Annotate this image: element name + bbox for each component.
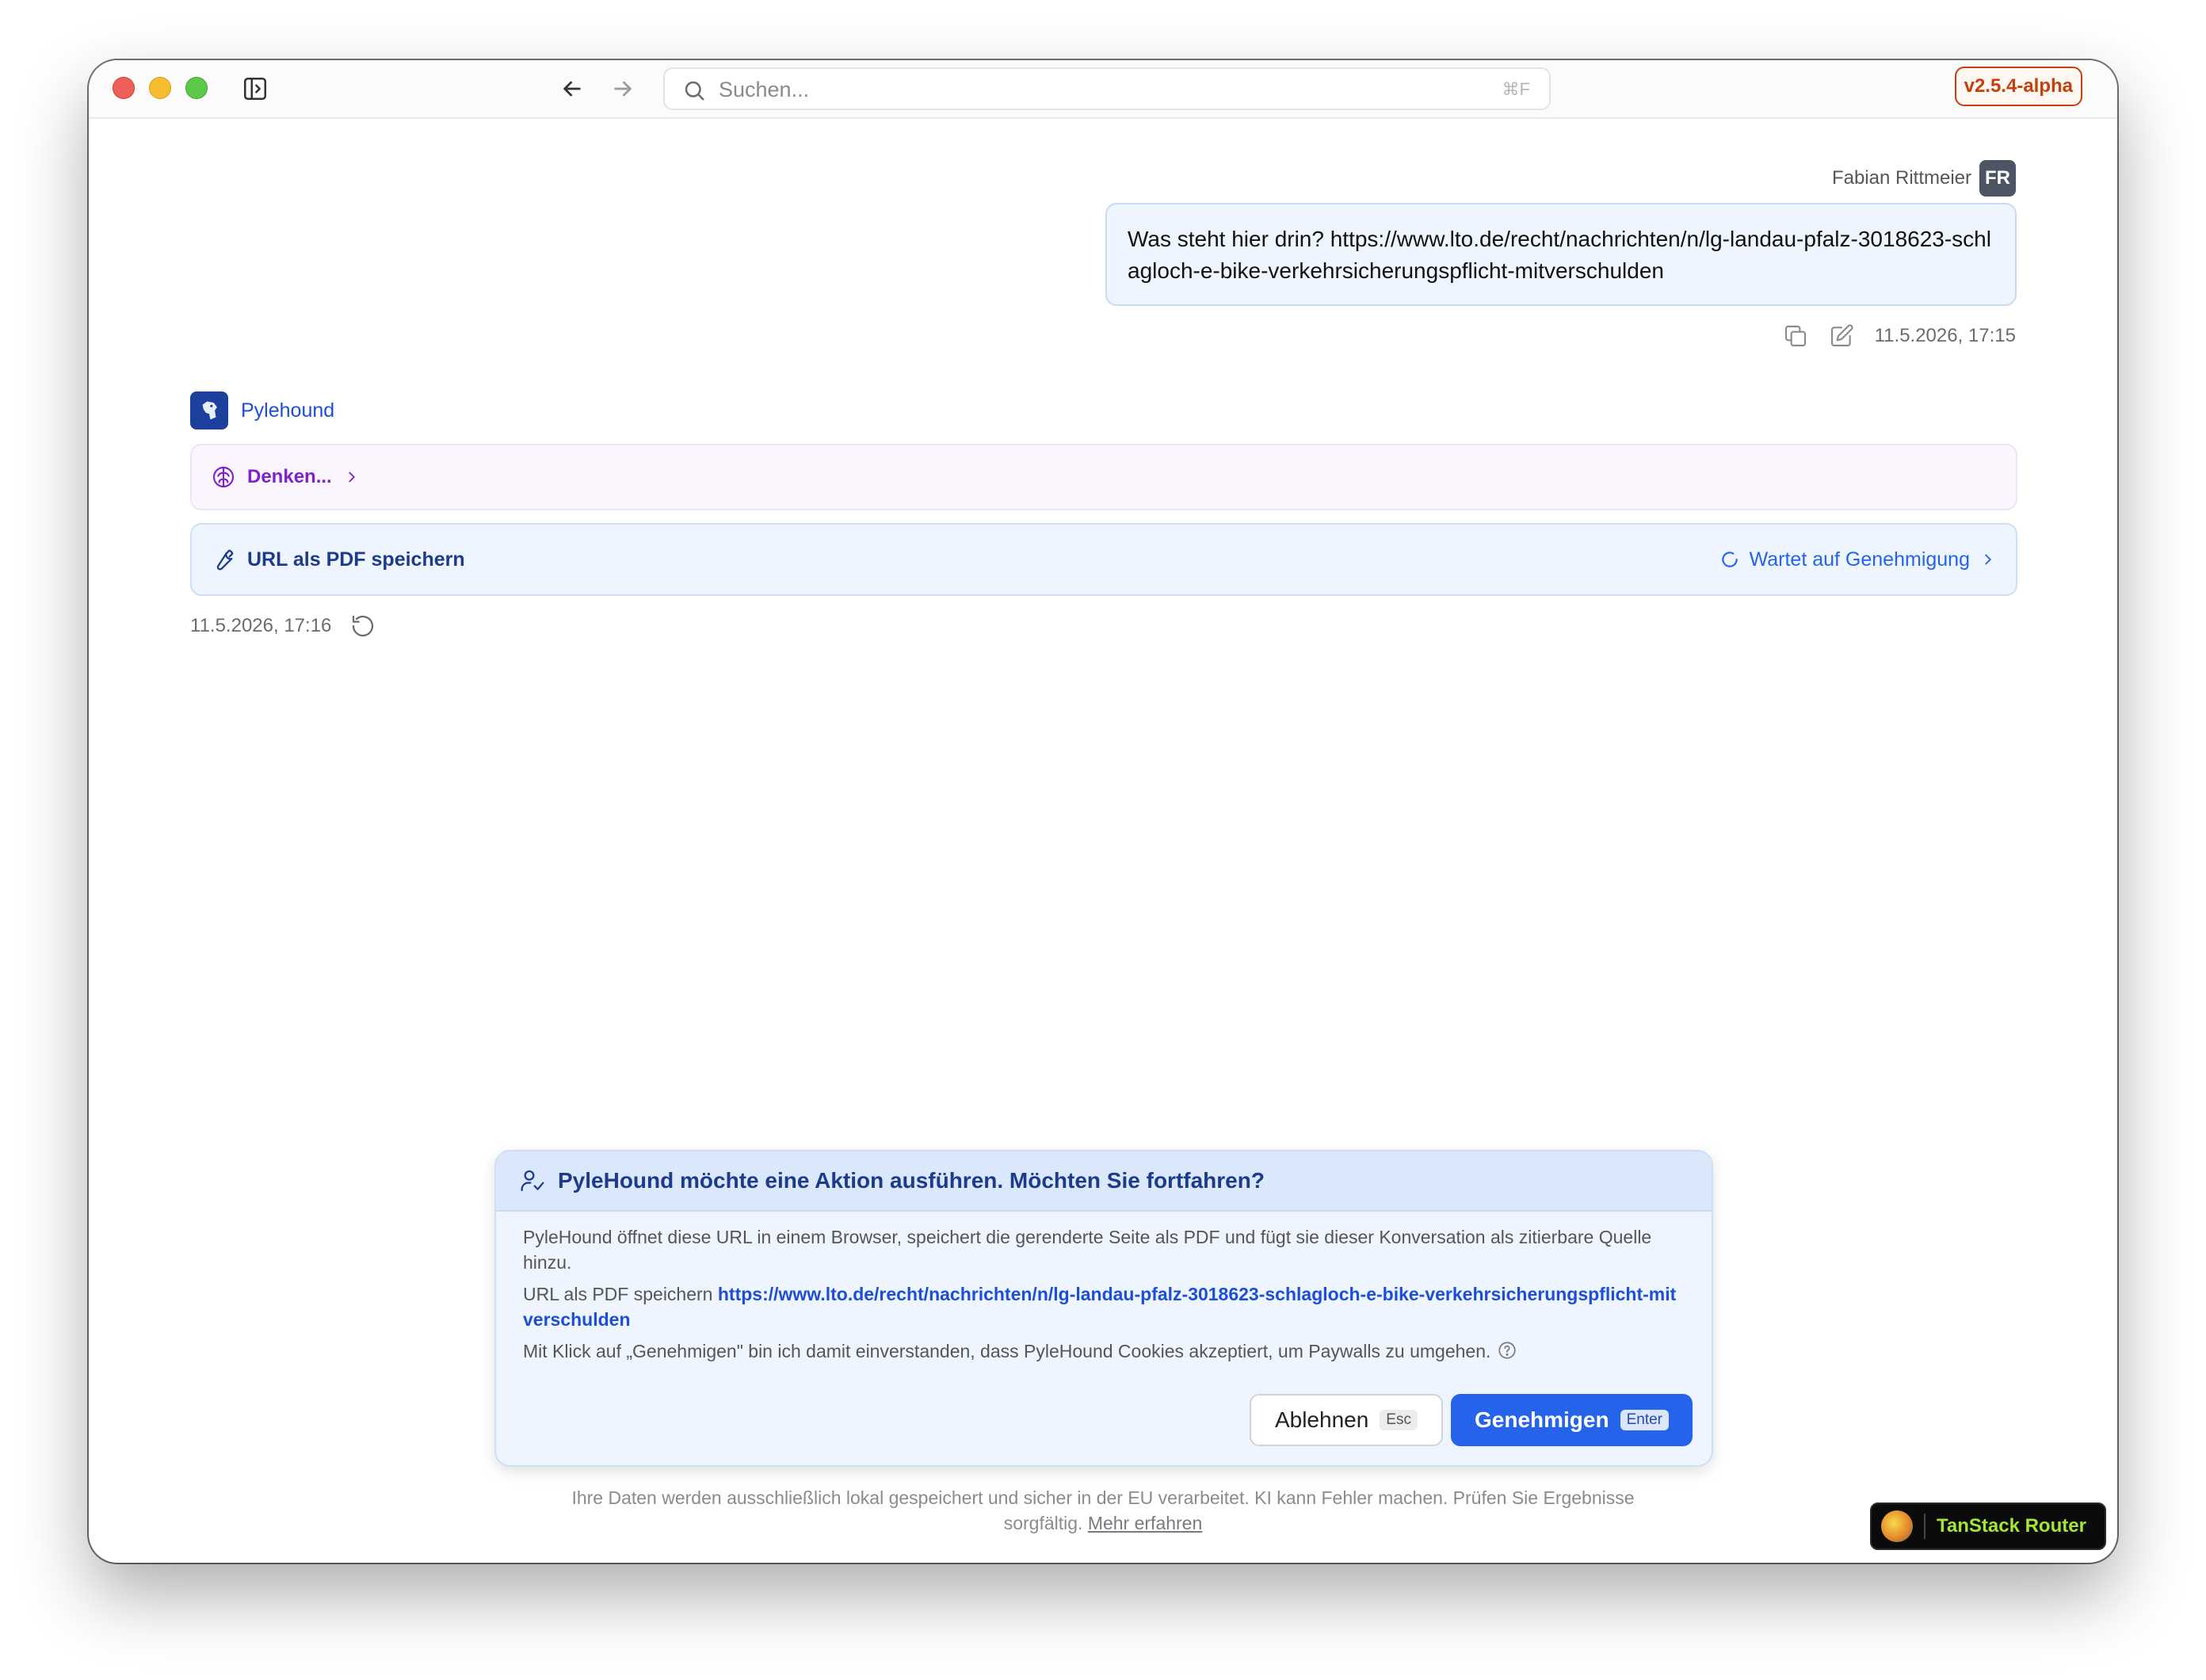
approval-consent-text: Mit Klick auf „Genehmigen" bin ich damit…: [523, 1341, 1491, 1361]
approval-dialog-title: PyleHound möchte eine Aktion ausführen. …: [558, 1168, 1265, 1193]
retry-icon[interactable]: [350, 613, 376, 639]
approve-button-label: Genehmigen: [1474, 1407, 1609, 1432]
tool-status[interactable]: Wartet auf Genehmigung: [1719, 548, 1997, 571]
version-badge[interactable]: v2.5.4-alpha: [1954, 67, 2082, 106]
assistant-header: Pylehound: [190, 391, 334, 430]
window-maximize-button[interactable]: [185, 77, 208, 99]
user-message-meta: 11.5.2026, 17:15: [1783, 320, 2016, 352]
reject-button[interactable]: Ablehnen Esc: [1249, 1394, 1443, 1446]
search-shortcut-hint: ⌘F: [1502, 79, 1530, 99]
assistant-timestamp: 11.5.2026, 17:16: [190, 615, 332, 636]
approval-dialog-body: PyleHound öffnet diese URL in einem Brow…: [496, 1212, 1712, 1364]
user-message-bubble: Was steht hier drin? https://www.lto.de/…: [1105, 203, 2017, 306]
tool-name: URL als PDF speichern: [247, 548, 465, 571]
approval-dialog: PyleHound möchte eine Aktion ausführen. …: [494, 1150, 1713, 1467]
arrow-left-icon[interactable]: [559, 76, 585, 101]
user-check-icon: [521, 1170, 544, 1192]
reject-button-label: Ablehnen: [1274, 1407, 1369, 1432]
tool-call-panel[interactable]: URL als PDF speichern Wartet auf Genehmi…: [190, 523, 2017, 596]
assistant-name: Pylehound: [241, 399, 335, 422]
approval-action: URL als PDF speichern https://www.lto.de…: [523, 1281, 1685, 1332]
reject-shortcut: Esc: [1380, 1410, 1418, 1430]
app-window: ⌘F v2.5.4-alpha Fabian Rittmeier FR Was …: [89, 60, 2117, 1563]
search-input[interactable]: [717, 74, 1433, 105]
edit-icon[interactable]: [1829, 323, 1854, 349]
approval-description: PyleHound öffnet diese URL in einem Brow…: [523, 1227, 1652, 1273]
title-bar: ⌘F v2.5.4-alpha: [89, 60, 2117, 119]
avatar: FR: [1979, 160, 2016, 197]
arrow-right-icon[interactable]: [610, 76, 635, 101]
window-close-button[interactable]: [113, 77, 135, 99]
thinking-label: Denken...: [247, 466, 332, 487]
help-circle-icon[interactable]: [1497, 1340, 1517, 1361]
chevron-right-icon: [1985, 554, 1992, 565]
approval-action-prefix: URL als PDF speichern: [523, 1284, 713, 1304]
tanstack-logo-icon: [1881, 1510, 1913, 1542]
footer-disclaimer: Ihre Daten werden ausschließlich lokal g…: [532, 1485, 1674, 1536]
learn-more-link[interactable]: Mehr erfahren: [1088, 1513, 1202, 1533]
approve-button[interactable]: Genehmigen Enter: [1450, 1394, 1693, 1446]
approval-dialog-header: PyleHound möchte eine Aktion ausführen. …: [496, 1151, 1712, 1212]
wrench-icon: [216, 549, 234, 571]
user-message-header: Fabian Rittmeier FR: [1832, 160, 2016, 197]
brain-icon: [212, 466, 235, 488]
approval-dialog-actions: Ablehnen Esc Genehmigen Enter: [1249, 1394, 1693, 1446]
thinking-panel[interactable]: Denken...: [190, 444, 2017, 510]
tanstack-devtools-button[interactable]: TanStack Router: [1870, 1502, 2106, 1550]
tanstack-divider: [1924, 1514, 1925, 1539]
user-message-timestamp: 11.5.2026, 17:15: [1874, 325, 2016, 346]
assistant-message-meta: 11.5.2026, 17:16: [190, 613, 376, 639]
window-minimize-button[interactable]: [149, 77, 171, 99]
bot-logo-icon: [190, 391, 228, 430]
approval-consent: Mit Klick auf „Genehmigen" bin ich damit…: [523, 1338, 1685, 1364]
search-bar[interactable]: ⌘F: [663, 67, 1551, 110]
user-name: Fabian Rittmeier: [1831, 167, 1971, 189]
tanstack-label: TanStack Router: [1937, 1515, 2086, 1537]
sidebar-toggle-icon[interactable]: [242, 75, 269, 102]
chevron-right-icon: [349, 472, 355, 483]
copy-icon[interactable]: [1783, 323, 1808, 349]
spinner-icon: [1721, 552, 1738, 567]
search-icon: [685, 81, 704, 101]
tool-status-label: Wartet auf Genehmigung: [1749, 548, 1970, 571]
approve-shortcut: Enter: [1620, 1410, 1669, 1430]
